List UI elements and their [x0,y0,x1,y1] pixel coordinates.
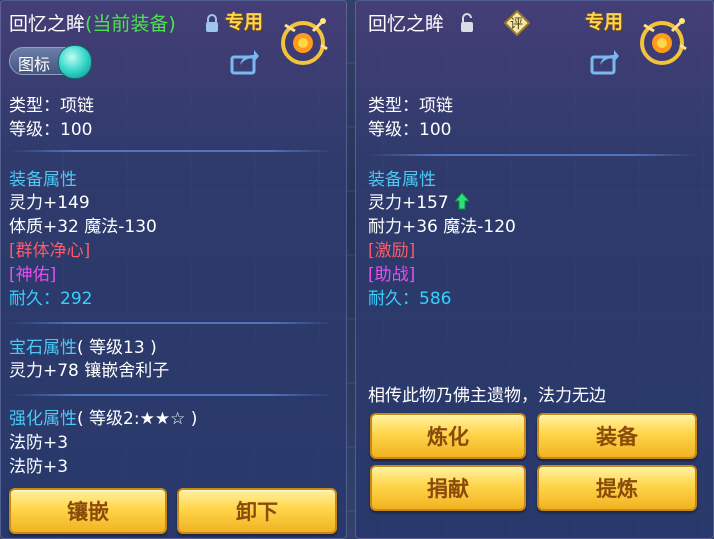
enhance-attr-header: 强化属性 [9,409,77,429]
refine-button[interactable]: 炼化 [370,413,526,459]
durability-label: 耐久： [9,289,60,309]
attr-line: 耐力+36 魔法-120 [368,217,516,237]
compare-item-panel: 回忆之眸 评 专用 类型：项链 等级：100 装备属性 灵力+157 耐力+36… [355,0,714,539]
durability-line: 耐久：292 [9,288,92,310]
type-line: 类型：项链 [9,96,94,116]
item-name: 回忆之眸 [9,13,86,35]
durability-value: 292 [60,289,93,309]
durability-line: 耐久：586 [368,288,451,310]
attr-line: 体质+32 魔法-130 [9,217,157,237]
gem-header-line: 宝石属性( 等级13 ) [9,337,157,359]
divider [9,322,334,324]
divider [9,394,334,396]
divider [368,154,698,156]
enhance-line: 法防+3 [9,433,69,453]
attr-line: 灵力+149 [9,193,90,213]
gem-line: 灵力+78 镶嵌舍利子 [9,361,170,381]
eval-badge-icon[interactable]: 评 [504,10,530,36]
icon-toggle[interactable]: 图标 [9,45,92,79]
durability-value: 586 [419,289,452,309]
share-icon[interactable] [590,49,620,75]
equipped-status: (当前装备) [85,13,176,35]
type-line: 类型：项链 [368,96,453,116]
equip-attr-header: 装备属性 [368,170,436,190]
lock-icon [206,14,218,32]
exclusive-seal-icon [640,18,687,65]
exclusive-seal-icon [281,18,328,65]
exclusive-label: 专用 [585,11,624,33]
special-skill: [激励] [368,241,416,261]
equipped-item-panel: 回忆之眸(当前装备) 专用 图标 类型：项链 等级：100 装备属性 灵力+14… [0,0,347,539]
equip-button[interactable]: 装备 [537,413,697,459]
item-title: 回忆之眸(当前装备) [9,9,176,36]
unlock-icon[interactable] [460,12,476,34]
special-effect: [助战] [368,265,416,285]
icon-toggle-label: 图标 [18,55,51,74]
share-icon[interactable] [230,49,260,75]
unequip-button[interactable]: 卸下 [177,488,337,534]
exclusive-label: 专用 [225,11,264,33]
level-line: 等级：100 [368,120,452,140]
arrow-up-icon [454,192,471,210]
enhance-level: ( 等级2:★★☆ ) [77,409,198,429]
donate-button[interactable]: 捐献 [370,465,526,511]
eval-badge-label: 评 [510,17,524,32]
attr-line: 灵力+157 [368,192,471,214]
gem-attr-header: 宝石属性 [9,338,77,358]
attr-value: 灵力+157 [368,193,449,213]
item-title: 回忆之眸 [368,13,445,35]
inlay-button[interactable]: 镶嵌 [9,488,167,534]
divider [9,150,334,152]
gem-level: ( 等级13 ) [77,338,157,358]
toggle-knob [58,45,92,79]
special-skill: [群体净心] [9,241,91,261]
equip-attr-header: 装备属性 [9,170,77,190]
durability-label: 耐久： [368,289,419,309]
extract-button[interactable]: 提炼 [537,465,697,511]
item-description: 相传此物乃佛主遗物，法力无边 [368,386,606,406]
level-line: 等级：100 [9,120,93,140]
enhance-header-line: 强化属性( 等级2:★★☆ ) [9,408,197,430]
special-effect: [神佑] [9,265,57,285]
enhance-line: 法防+3 [9,457,69,477]
